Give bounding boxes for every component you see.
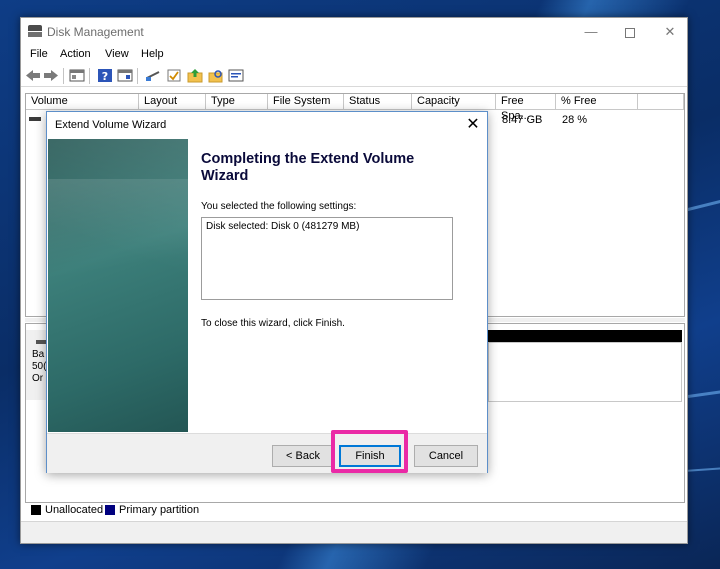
svg-text:?: ? [102, 70, 108, 83]
status-bar [21, 521, 687, 543]
menu-help[interactable]: Help [141, 48, 164, 60]
wizard-title-bar[interactable]: Extend Volume Wizard ✕ [47, 112, 487, 138]
disk-label-line: Ba [32, 349, 45, 360]
settings-summary-box[interactable]: Disk selected: Disk 0 (481279 MB) [201, 217, 453, 300]
legend-label-primary: Primary partition [119, 504, 200, 516]
wizard-close-button[interactable]: ✕ [463, 115, 483, 135]
column-capacity[interactable]: Capacity [412, 94, 496, 110]
free-space-value: 8.47 GB [502, 114, 543, 126]
maximize-button[interactable] [615, 22, 645, 42]
column-free-space[interactable]: Free Spa... [496, 94, 556, 122]
menu-file[interactable]: File [30, 48, 48, 60]
settings-prompt: You selected the following settings: [201, 201, 357, 212]
close-button[interactable]: ✕ [655, 22, 685, 42]
column-layout[interactable]: Layout [139, 94, 206, 110]
menu-bar: File Action View Help [21, 46, 687, 64]
settings-summary-text: Disk selected: Disk 0 (481279 MB) [206, 221, 360, 232]
help-icon[interactable]: ? [97, 68, 113, 83]
title-bar[interactable]: Disk Management — ✕ [21, 18, 687, 46]
check-icon[interactable] [166, 68, 182, 83]
wizard-footer: < Back Finish Cancel [47, 433, 487, 473]
search-folder-icon[interactable] [208, 68, 224, 83]
legend: Unallocated Primary partition [25, 503, 685, 519]
column-file-system[interactable]: File System [268, 94, 344, 110]
properties-icon[interactable] [117, 68, 133, 83]
column-volume[interactable]: Volume [26, 94, 139, 110]
settings-icon[interactable] [228, 68, 244, 83]
cancel-button[interactable]: Cancel [414, 445, 478, 467]
up-folder-icon[interactable] [187, 68, 203, 83]
menu-action[interactable]: Action [60, 48, 91, 60]
toolbar: ? [21, 65, 687, 87]
maximize-icon [625, 27, 635, 38]
legend-label-unallocated: Unallocated [45, 504, 104, 516]
volume-drive-icon [29, 117, 41, 121]
wallpaper-streak [687, 386, 720, 398]
legend-swatch-primary [105, 505, 115, 515]
disk-label-line: Or [32, 373, 44, 384]
toolbar-separator [89, 68, 90, 84]
legend-swatch-unallocated [31, 505, 41, 515]
wizard-banner-image [48, 139, 188, 432]
column-percent-free[interactable]: % Free [556, 94, 638, 110]
percent-free-value: 28 % [562, 114, 588, 126]
unallocated-region[interactable] [488, 342, 682, 402]
wallpaper-streak [683, 465, 720, 472]
column-status[interactable]: Status [344, 94, 412, 110]
extend-volume-wizard: Extend Volume Wizard ✕ Completing the Ex… [46, 111, 488, 473]
column-filler [638, 94, 684, 110]
wizard-title: Extend Volume Wizard [55, 119, 167, 131]
column-type[interactable]: Type [206, 94, 268, 110]
forward-arrow-icon[interactable] [43, 68, 59, 83]
disk-management-icon [28, 25, 42, 37]
toolbar-separator [137, 68, 138, 84]
window-title: Disk Management [47, 25, 144, 39]
wizard-body: Completing the Extend Volume Wizard You … [47, 138, 487, 433]
unallocated-bar [488, 330, 682, 342]
menu-view[interactable]: View [105, 48, 129, 60]
toolbar-separator [63, 68, 64, 84]
back-button[interactable]: < Back [272, 445, 334, 467]
minimize-button[interactable]: — [576, 22, 606, 42]
finish-button-highlight [331, 430, 408, 473]
close-instruction: To close this wizard, click Finish. [201, 318, 345, 329]
disk-label-line: 50( [32, 361, 47, 372]
back-arrow-icon[interactable] [25, 68, 41, 83]
wizard-heading: Completing the Extend Volume Wizard [201, 151, 415, 184]
connect-icon[interactable] [145, 68, 161, 83]
disk-list-icon[interactable] [69, 68, 85, 83]
